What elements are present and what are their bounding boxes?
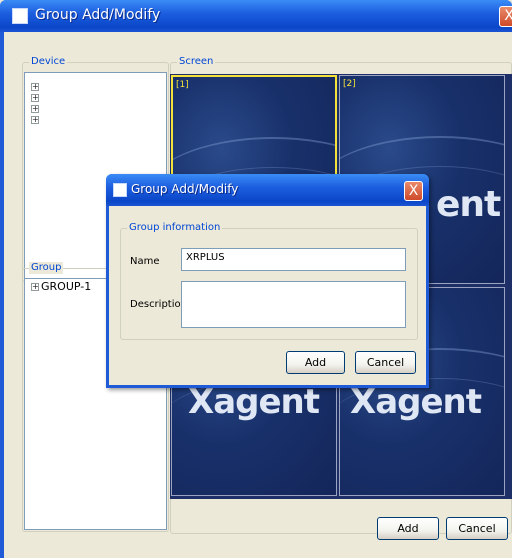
close-icon[interactable]: X <box>499 6 512 27</box>
expand-icon[interactable]: + <box>31 116 39 124</box>
name-label: Name <box>130 256 160 267</box>
main-window: Group Add/Modify X Device + + + + Group … <box>0 0 512 558</box>
dialog-titlebar[interactable]: Group Add/Modify X <box>106 174 429 206</box>
expand-icon[interactable]: + <box>31 83 39 91</box>
device-tree-item[interactable]: + <box>25 114 166 125</box>
dialog-add-button[interactable]: Add <box>286 351 345 374</box>
dialog-title: Group Add/Modify <box>131 182 239 196</box>
xagent-logo: Xagent <box>188 382 320 422</box>
window-icon <box>12 8 28 24</box>
xagent-logo: Xagent <box>350 382 482 422</box>
device-tree-item[interactable]: + <box>25 103 166 114</box>
expand-icon[interactable]: + <box>31 105 39 113</box>
group-information-label: Group information <box>127 222 223 234</box>
window-titlebar[interactable]: Group Add/Modify X <box>0 0 512 32</box>
add-button[interactable]: Add <box>377 517 439 540</box>
xagent-logo: ent <box>436 184 501 225</box>
expand-icon[interactable]: + <box>31 283 39 291</box>
cell-number: [2] <box>343 79 356 89</box>
dialog-client: Group information Name XRPLUS Descriptio… <box>109 206 426 385</box>
cancel-button[interactable]: Cancel <box>446 517 508 540</box>
dialog-close-icon[interactable]: X <box>404 181 423 201</box>
description-label: Description <box>130 299 187 310</box>
group-dialog: Group Add/Modify X Group information Nam… <box>106 174 429 388</box>
device-tree-item[interactable]: + <box>25 92 166 103</box>
device-label: Device <box>29 56 68 68</box>
dialog-cancel-button[interactable]: Cancel <box>355 351 416 374</box>
cell-number: [1] <box>176 80 189 90</box>
window-title: Group Add/Modify <box>35 7 161 23</box>
device-tree-item[interactable]: + <box>25 81 166 92</box>
name-field[interactable]: XRPLUS <box>181 248 406 271</box>
expand-icon[interactable]: + <box>31 94 39 102</box>
dialog-icon <box>113 183 127 197</box>
screen-label: Screen <box>177 56 216 68</box>
group-label: Group <box>29 262 64 274</box>
description-field[interactable] <box>181 281 406 328</box>
